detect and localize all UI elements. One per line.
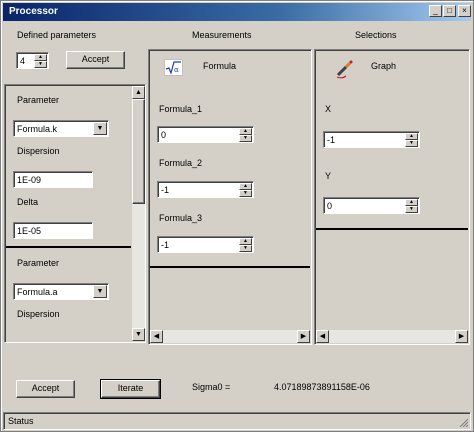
x-value: -1 bbox=[327, 135, 336, 145]
spin-up-icon[interactable]: ▲ bbox=[405, 133, 418, 140]
iterate-button[interactable]: Iterate bbox=[100, 379, 161, 399]
scroll-left-icon[interactable]: ◀ bbox=[316, 330, 329, 343]
spin-down-icon[interactable]: ▼ bbox=[239, 245, 252, 252]
selections-divider bbox=[316, 228, 468, 230]
y-spinner[interactable]: 0 ▲ ▼ bbox=[323, 197, 420, 214]
status-bar: Status bbox=[3, 412, 471, 430]
formula-1-label: Formula_1 bbox=[159, 104, 203, 114]
parameter-divider bbox=[6, 246, 131, 248]
close-button[interactable]: × bbox=[458, 5, 471, 17]
sigma-value: 4.07189873891158E-06 bbox=[274, 382, 370, 392]
sqrt-alpha-icon: α bbox=[164, 59, 183, 76]
title-bar[interactable]: Processor _ □ × bbox=[3, 3, 471, 21]
scroll-left-icon[interactable]: ◀ bbox=[150, 330, 163, 343]
dispersion-label-2: Dispersion bbox=[17, 309, 60, 319]
delta-label: Delta bbox=[17, 197, 39, 207]
measurements-hscrollbar[interactable]: ◀ ▶ bbox=[150, 330, 310, 343]
parameter-combo[interactable]: Formula.k ▼ bbox=[13, 120, 109, 137]
maximize-button[interactable]: □ bbox=[443, 5, 456, 17]
window-title: Processor bbox=[9, 6, 58, 17]
spin-down-icon[interactable]: ▼ bbox=[405, 206, 418, 213]
parameter-combo-value-2: Formula.a bbox=[17, 287, 58, 297]
formula-2-spinner[interactable]: -1 ▲ ▼ bbox=[157, 181, 254, 198]
formula-1-value: 0 bbox=[161, 130, 167, 140]
parameter-combo-value: Formula.k bbox=[17, 124, 58, 134]
processor-window: Processor _ □ × Defined parameters 4 ▲ ▼… bbox=[0, 0, 474, 432]
scroll-thumb[interactable] bbox=[132, 99, 145, 204]
scroll-down-icon[interactable]: ▼ bbox=[132, 328, 145, 341]
x-spinner[interactable]: -1 ▲ ▼ bbox=[323, 131, 420, 148]
spin-down-icon[interactable]: ▼ bbox=[239, 135, 252, 142]
x-label: X bbox=[325, 104, 332, 114]
graph-header-label: Graph bbox=[371, 61, 397, 71]
formula-1-spinner[interactable]: 0 ▲ ▼ bbox=[157, 126, 254, 143]
dispersion-field[interactable]: 1E-09 bbox=[13, 171, 93, 188]
spin-up-icon[interactable]: ▲ bbox=[405, 199, 418, 206]
scroll-right-icon[interactable]: ▶ bbox=[455, 330, 468, 343]
resize-grip-icon[interactable] bbox=[458, 417, 469, 428]
parameter-combo-2[interactable]: Formula.a ▼ bbox=[13, 283, 109, 300]
measurements-divider bbox=[150, 266, 310, 268]
spin-down-icon[interactable]: ▼ bbox=[239, 190, 252, 197]
selections-panel: Graph X -1 ▲ ▼ Y 0 ▲ ▼ ◀ ▶ bbox=[314, 49, 470, 345]
defined-parameters-label: Defined parameters bbox=[17, 30, 97, 40]
spin-down-icon[interactable]: ▼ bbox=[405, 140, 418, 147]
graph-pen-icon bbox=[333, 58, 355, 80]
accept-parameters-button[interactable]: Accept bbox=[66, 51, 125, 69]
formula-header-label: Formula bbox=[203, 61, 237, 71]
delta-field[interactable]: 1E-05 bbox=[13, 222, 93, 239]
chevron-down-icon[interactable]: ▼ bbox=[93, 285, 107, 298]
spin-down-icon[interactable]: ▼ bbox=[34, 61, 47, 68]
formula-3-spinner[interactable]: -1 ▲ ▼ bbox=[157, 236, 254, 253]
spin-up-icon[interactable]: ▲ bbox=[239, 238, 252, 245]
parameter-label: Parameter bbox=[17, 95, 60, 105]
measurements-panel: α Formula Formula_1 0 ▲ ▼ Formula_2 -1 ▲ ▼… bbox=[148, 49, 312, 345]
parameters-scrollbar[interactable]: ▲ ▼ bbox=[132, 86, 145, 341]
formula-3-label: Formula_3 bbox=[159, 213, 203, 223]
scroll-right-icon[interactable]: ▶ bbox=[297, 330, 310, 343]
parameter-label-2: Parameter bbox=[17, 258, 60, 268]
scroll-up-icon[interactable]: ▲ bbox=[132, 86, 145, 99]
spin-up-icon[interactable]: ▲ bbox=[239, 128, 252, 135]
selections-hscrollbar[interactable]: ◀ ▶ bbox=[316, 330, 468, 343]
status-text: Status bbox=[8, 416, 34, 426]
sigma-label: Sigma0 = bbox=[192, 382, 231, 392]
formula-2-label: Formula_2 bbox=[159, 158, 203, 168]
parameters-panel: Parameter Formula.k ▼ Dispersion 1E-09 D… bbox=[4, 84, 146, 343]
defined-parameters-value: 4 bbox=[20, 56, 26, 66]
formula-3-value: -1 bbox=[161, 240, 170, 250]
y-label: Y bbox=[325, 171, 332, 181]
spin-up-icon[interactable]: ▲ bbox=[34, 54, 47, 61]
formula-2-value: -1 bbox=[161, 185, 170, 195]
measurements-label: Measurements bbox=[192, 30, 252, 40]
defined-parameters-spinner[interactable]: 4 ▲ ▼ bbox=[16, 52, 49, 69]
selections-label: Selections bbox=[355, 30, 397, 40]
y-value: 0 bbox=[327, 201, 333, 211]
minimize-button[interactable]: _ bbox=[429, 5, 442, 17]
chevron-down-icon[interactable]: ▼ bbox=[93, 122, 107, 135]
accept-button[interactable]: Accept bbox=[16, 380, 75, 398]
dispersion-label: Dispersion bbox=[17, 146, 60, 156]
spin-up-icon[interactable]: ▲ bbox=[239, 183, 252, 190]
svg-text:α: α bbox=[174, 66, 179, 74]
